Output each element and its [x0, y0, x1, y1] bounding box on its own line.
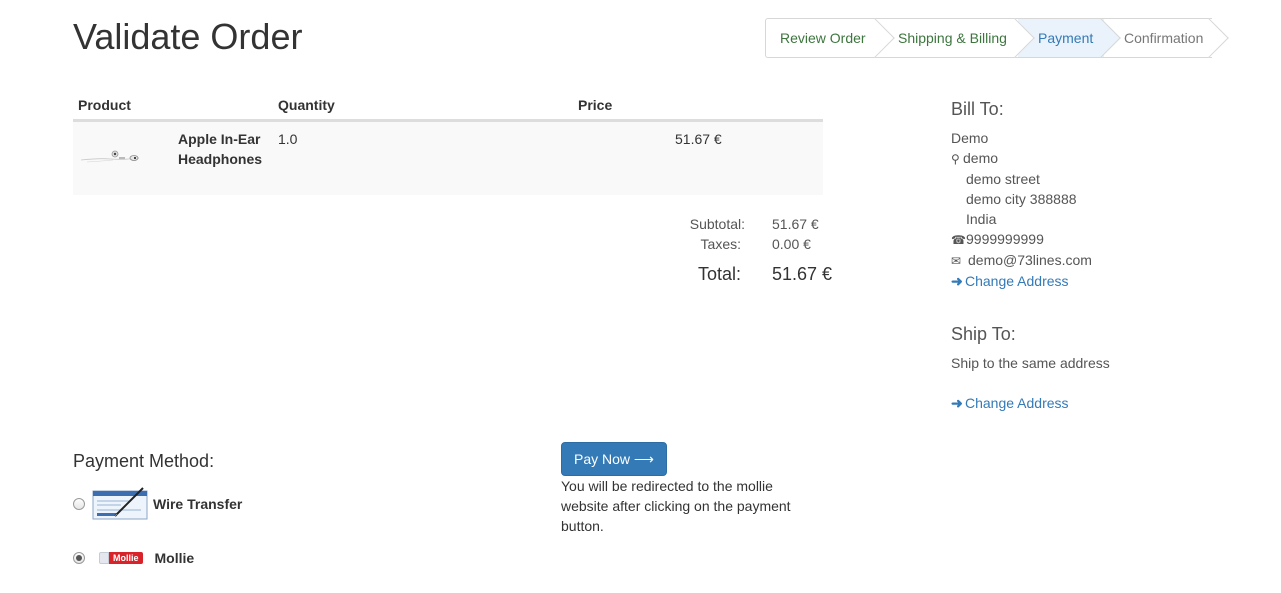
wizard-step-label: Shipping & Billing — [898, 30, 1007, 46]
table-row: Apple In-Ear Headphones 1.0 51.67 € — [73, 121, 823, 195]
bill-to-phone: ☎9999999999 — [951, 229, 1251, 250]
headphones-icon — [80, 150, 140, 163]
subtotal-line: Subtotal: 51.67 € — [660, 216, 850, 236]
bill-to-street: demo street — [966, 171, 1040, 187]
wizard-step-label: Confirmation — [1124, 30, 1204, 46]
bill-to-contact: ⚲ demo — [951, 148, 1251, 169]
taxes-value: 0.00 € — [772, 236, 811, 252]
cart-table-header: Product Quantity Price — [73, 91, 823, 121]
wire-transfer-icon — [92, 487, 148, 520]
ship-to-heading: Ship To: — [951, 324, 1016, 344]
pay-now-button[interactable]: Pay Now ⟶ — [561, 442, 667, 476]
wizard-step-review-order[interactable]: Review Order — [765, 18, 895, 58]
bill-to-email: ✉ demo@73lines.com — [951, 250, 1251, 271]
address-sidebar: Bill To: Demo ⚲ demo demo street demo cit… — [951, 98, 1251, 413]
mollie-label: Mollie — [154, 550, 195, 566]
order-totals: Subtotal: 51.67 € Taxes: 0.00 € Total: 5… — [660, 216, 850, 294]
wizard-step-label: Review Order — [780, 30, 866, 46]
subtotal-label: Subtotal: — [689, 216, 745, 232]
wizard-step-label: Payment — [1038, 30, 1094, 46]
mollie-logo-text: Mollie — [109, 552, 143, 564]
wire-transfer-radio[interactable] — [73, 498, 85, 510]
product-name[interactable]: Apple In-Ear Headphones — [178, 129, 273, 169]
arrow-right-icon: ➜ — [951, 273, 963, 289]
mollie-radio[interactable] — [73, 552, 85, 564]
bill-to-change-address[interactable]: ➜ Change Address — [951, 271, 1251, 291]
ship-to-change-address[interactable]: ➜ Change Address — [951, 393, 1251, 413]
change-billing-address-link[interactable]: Change Address — [965, 273, 1069, 289]
total-label: Total: — [697, 264, 741, 284]
subtotal-value: 51.67 € — [772, 216, 819, 232]
column-header-product: Product — [78, 97, 131, 113]
payment-method-heading: Payment Method: — [73, 451, 215, 471]
phone-icon: ☎ — [951, 233, 966, 247]
wizard-step-shipping-billing[interactable]: Shipping & Billing — [878, 18, 1035, 58]
total-line: Total: 51.67 € — [660, 264, 850, 294]
checkout-wizard: Review Order Shipping & Billing Payment … — [765, 18, 1229, 58]
bill-to-name: Demo — [951, 130, 989, 146]
ship-to-note: Ship to the same address — [951, 355, 1110, 371]
page-title: Validate Order — [73, 16, 303, 57]
map-marker-icon: ⚲ — [951, 152, 960, 166]
product-quantity: 1.0 — [278, 131, 298, 147]
email-address: demo@73lines.com — [968, 252, 1092, 268]
phone-number: 9999999999 — [966, 231, 1044, 247]
wire-transfer-label: Wire Transfer — [153, 496, 243, 512]
redirect-note: You will be redirected to the mollie web… — [561, 478, 791, 534]
change-shipping-address-link[interactable]: Change Address — [965, 395, 1069, 411]
column-header-price: Price — [578, 97, 613, 113]
taxes-line: Taxes: 0.00 € — [660, 236, 850, 256]
bill-to-country: India — [966, 211, 997, 227]
envelope-icon: ✉ — [951, 254, 962, 268]
taxes-label: Taxes: — [700, 236, 741, 252]
column-header-quantity: Quantity — [278, 97, 335, 113]
mollie-logo-icon: Mollie — [99, 550, 143, 566]
payment-option-wire-transfer[interactable]: Wire Transfer — [73, 486, 242, 522]
product-price: 51.67 € — [675, 131, 722, 147]
total-value: 51.67 € — [772, 264, 833, 284]
cart-table: Product Quantity Price Apple In-Ear Head… — [73, 91, 823, 195]
bill-to-heading: Bill To: — [951, 99, 1004, 119]
contact-name: demo — [963, 150, 999, 166]
payment-option-mollie[interactable]: Mollie Mollie — [73, 550, 194, 566]
bill-to-city: demo city 388888 — [966, 191, 1077, 207]
arrow-right-icon: ➜ — [951, 395, 963, 411]
